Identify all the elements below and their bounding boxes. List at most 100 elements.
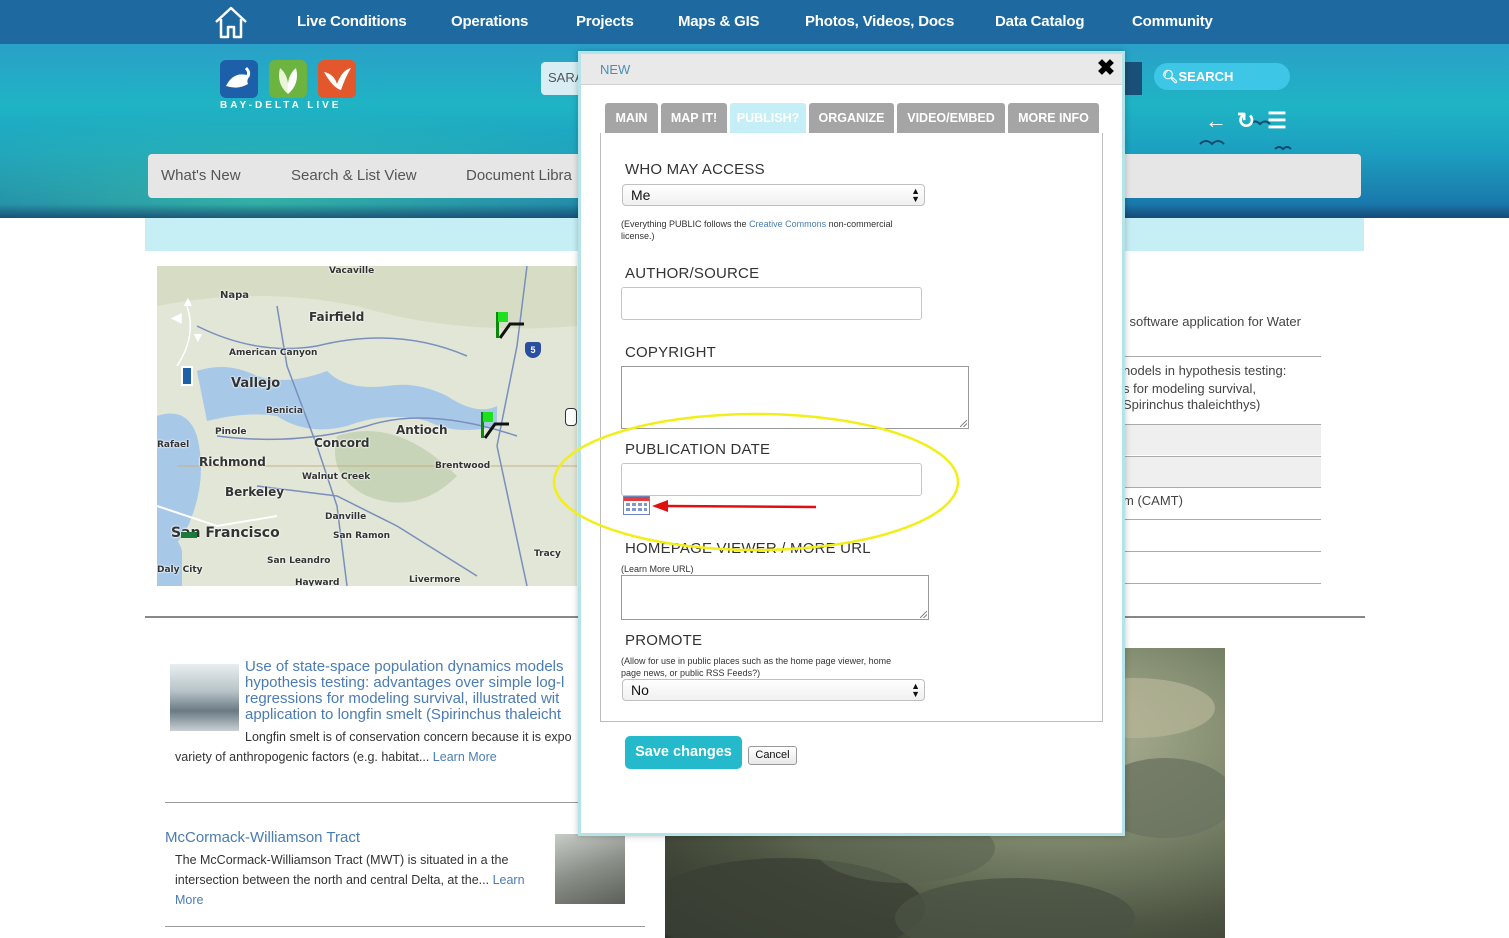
article-excerpt-text: variety of anthropogenic factors (e.g. h… xyxy=(175,750,430,764)
article-thumbnail[interactable] xyxy=(555,834,625,904)
article-title[interactable]: application to longfin smelt (Spirinchus… xyxy=(245,707,561,723)
save-changes-button[interactable]: Save changes xyxy=(625,736,742,769)
tab-publish[interactable]: PUBLISH? xyxy=(730,103,806,133)
nav-maps-gis[interactable]: Maps & GIS xyxy=(678,13,760,30)
tab-map-it[interactable]: MAP IT! xyxy=(661,103,727,133)
map-flag-marker-icon[interactable] xyxy=(494,312,526,347)
subnav-document-library[interactable]: Document Libra xyxy=(466,167,572,184)
article-excerpt-text: intersection between the north and centr… xyxy=(175,873,490,887)
license-note-text: (Everything PUBLIC follows the xyxy=(621,219,750,229)
nav-projects[interactable]: Projects xyxy=(576,13,634,30)
map-pan-down-icon[interactable]: ▼ xyxy=(191,330,205,344)
homepage-url-textarea[interactable] xyxy=(621,575,929,620)
logo-text: BAY-DELTA LIVE xyxy=(220,100,342,111)
license-note-text: non-commercial xyxy=(826,219,893,229)
author-source-input[interactable] xyxy=(621,287,922,320)
logo-leaf-tile[interactable] xyxy=(269,60,307,98)
map-view[interactable]: Vacaville Napa Fairfield American Canyon… xyxy=(157,266,577,586)
tab-main[interactable]: MAIN xyxy=(605,103,658,133)
map-label: Napa xyxy=(220,290,250,301)
list-item-text[interactable]: l software application for Water xyxy=(1123,314,1301,329)
resize-grip-icon[interactable] xyxy=(920,611,927,618)
cancel-button[interactable]: Cancel xyxy=(748,746,797,765)
dialog-header: NEW ✖ xyxy=(581,54,1122,85)
map-label: Berkeley xyxy=(225,485,285,499)
article-thumbnail[interactable] xyxy=(170,664,239,731)
list-item-text[interactable]: nodels in hypothesis testing: xyxy=(1123,363,1286,378)
article-excerpt: intersection between the north and centr… xyxy=(175,870,525,890)
refresh-icon[interactable]: ↻ xyxy=(1234,109,1258,133)
map-label: Benicia xyxy=(266,406,303,416)
list-divider xyxy=(1123,583,1321,584)
logo-whale-tile[interactable] xyxy=(220,60,258,98)
creative-commons-link[interactable]: Creative Commons xyxy=(749,219,826,229)
promote-note-text: page news, or public RSS Feeds?) xyxy=(621,668,761,678)
homepage-url-label: HOMEPAGE VIEWER / MORE URL xyxy=(625,540,871,557)
article-title[interactable]: hypothesis testing: advantages over simp… xyxy=(245,675,564,691)
list-item-text[interactable]: m (CAMT) xyxy=(1123,493,1183,508)
search-button[interactable]: 🔍︎SEARCH xyxy=(1154,63,1290,90)
promote-value: No xyxy=(631,682,649,698)
search-field-edge[interactable] xyxy=(1124,62,1142,95)
copyright-label: COPYRIGHT xyxy=(625,344,716,361)
map-label: Tracy xyxy=(534,549,561,559)
map-zoom-slider-icon[interactable] xyxy=(181,366,193,386)
article-title[interactable]: McCormack-Williamson Tract xyxy=(165,830,360,846)
nav-photos-videos-docs[interactable]: Photos, Videos, Docs xyxy=(805,13,954,30)
list-row[interactable] xyxy=(1123,457,1321,487)
article-excerpt: The McCormack-Williamson Tract (MWT) is … xyxy=(175,853,509,867)
logo-bird-tile[interactable] xyxy=(318,60,356,98)
map-label: San Leandro xyxy=(267,556,331,566)
learn-more-link[interactable]: More xyxy=(175,890,203,910)
nav-data-catalog[interactable]: Data Catalog xyxy=(995,13,1084,30)
homepage-url-note: (Learn More URL) xyxy=(621,564,694,574)
article-title[interactable]: Use of state-space population dynamics m… xyxy=(245,659,564,675)
new-item-dialog: NEW ✖ MAIN MAP IT! PUBLISH? ORGANIZE VID… xyxy=(578,51,1125,836)
home-icon[interactable] xyxy=(212,4,250,40)
close-icon[interactable]: ✖ xyxy=(1095,57,1117,79)
list-item-text[interactable]: Spirinchus thaleichthys) xyxy=(1123,397,1260,412)
subnav-whats-new[interactable]: What's New xyxy=(161,167,241,184)
map-label: Richmond xyxy=(199,455,266,469)
copyright-textarea[interactable] xyxy=(621,366,969,429)
article-title[interactable]: regressions for modeling survival, illus… xyxy=(245,691,559,707)
learn-more-link[interactable]: Learn More xyxy=(433,750,497,764)
map-pan-left-icon[interactable]: ◀ xyxy=(171,310,182,324)
map-pan-up-icon[interactable]: ▲ xyxy=(181,294,195,308)
license-note-text: license.) xyxy=(621,231,655,241)
subnav-search-list-view[interactable]: Search & List View xyxy=(291,167,417,184)
article-excerpt: variety of anthropogenic factors (e.g. h… xyxy=(175,747,497,767)
list-divider xyxy=(1123,519,1321,520)
map-label: Daly City xyxy=(157,565,203,575)
list-divider xyxy=(1123,487,1321,488)
back-arrow-icon[interactable]: ← xyxy=(1204,109,1228,133)
select-arrows-icon: ▲ ▼ xyxy=(911,681,920,699)
interstate-shield-icon: 5 xyxy=(525,342,541,358)
nav-community[interactable]: Community xyxy=(1132,13,1213,30)
map-label: American Canyon xyxy=(229,348,318,358)
article-excerpt: Longfin smelt is of conservation concern… xyxy=(245,730,572,744)
list-item-text[interactable]: s for modeling survival, xyxy=(1123,381,1256,396)
tab-video-embed[interactable]: VIDEO/EMBED xyxy=(897,103,1005,133)
nav-operations[interactable]: Operations xyxy=(451,13,528,30)
who-may-access-value: Me xyxy=(631,187,651,203)
map-zoom-handle-icon[interactable] xyxy=(565,408,577,426)
tab-organize[interactable]: ORGANIZE xyxy=(809,103,894,133)
promote-label: PROMOTE xyxy=(625,632,703,649)
map-flag-marker-icon[interactable] xyxy=(479,412,511,447)
list-row[interactable] xyxy=(1123,425,1321,455)
publication-date-label: PUBLICATION DATE xyxy=(625,441,771,458)
nav-live-conditions[interactable]: Live Conditions xyxy=(297,13,407,30)
tab-more-info[interactable]: MORE INFO xyxy=(1008,103,1099,133)
promote-select[interactable]: No ▲ ▼ xyxy=(622,679,925,701)
author-source-label: AUTHOR/SOURCE xyxy=(625,265,760,282)
map-label: Rafael xyxy=(157,440,190,450)
publication-date-input[interactable] xyxy=(621,463,922,496)
who-may-access-select[interactable]: Me ▲ ▼ xyxy=(622,184,925,206)
resize-grip-icon[interactable] xyxy=(960,420,967,427)
calendar-icon[interactable] xyxy=(623,496,650,515)
learn-more-link[interactable]: Learn xyxy=(493,873,525,887)
menu-list-icon[interactable]: ☰ xyxy=(1265,109,1289,133)
who-may-access-label: WHO MAY ACCESS xyxy=(625,161,765,178)
map-label: Brentwood xyxy=(435,461,491,471)
